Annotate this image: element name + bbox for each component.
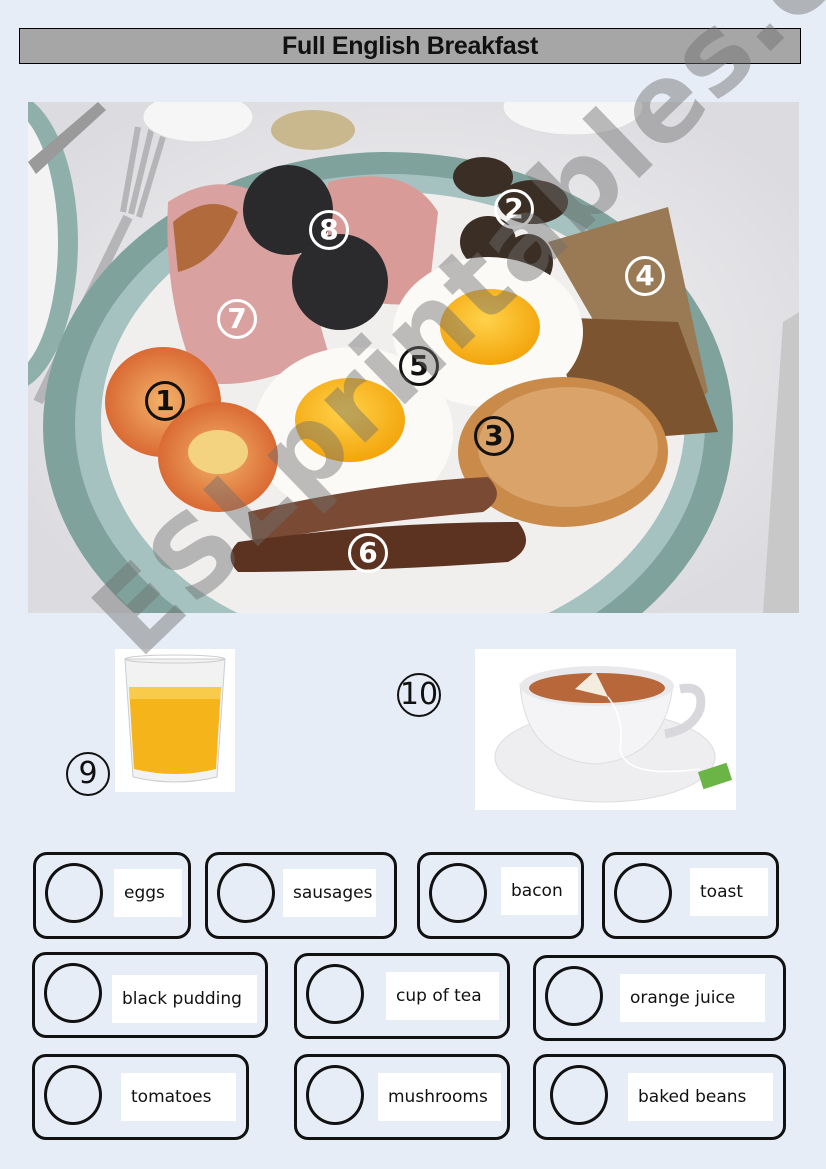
word-card-toast: toast xyxy=(602,852,779,939)
answer-circle[interactable] xyxy=(429,863,487,923)
marker-6: 6 xyxy=(348,533,388,573)
marker-7: 7 xyxy=(217,299,257,339)
answer-circle[interactable] xyxy=(44,963,102,1023)
orange-juice-image xyxy=(115,649,235,792)
word-label: mushrooms xyxy=(378,1073,501,1121)
answer-circle[interactable] xyxy=(306,1065,364,1125)
worksheet-title-bar: Full English Breakfast xyxy=(19,28,801,64)
word-label: eggs xyxy=(114,869,182,917)
answer-circle[interactable] xyxy=(45,863,103,923)
word-card-eggs: eggs xyxy=(33,852,191,939)
marker-9: 9 xyxy=(66,752,110,796)
word-label: orange juice xyxy=(620,974,765,1022)
word-label: black pudding xyxy=(112,975,257,1023)
answer-circle[interactable] xyxy=(306,964,364,1024)
word-label: cup of tea xyxy=(386,972,499,1020)
word-card-black-pudding: black pudding xyxy=(32,952,268,1038)
word-card-bacon: bacon xyxy=(417,852,584,939)
word-card-mushrooms: mushrooms xyxy=(294,1054,510,1140)
word-card-cup-of-tea: cup of tea xyxy=(294,953,510,1039)
word-label: bacon xyxy=(501,867,578,915)
word-card-sausages: sausages xyxy=(205,852,397,939)
answer-circle[interactable] xyxy=(545,966,603,1026)
worksheet-title: Full English Breakfast xyxy=(282,31,538,60)
tea-cup-icon xyxy=(494,666,733,803)
cup-of-tea-image xyxy=(475,649,736,810)
marker-1: 1 xyxy=(145,381,185,421)
answer-circle[interactable] xyxy=(614,863,672,923)
breakfast-photo: 1 2 3 4 5 6 7 8 xyxy=(28,102,799,613)
answer-circle[interactable] xyxy=(44,1065,102,1125)
egg-yolk xyxy=(440,289,540,365)
word-card-tomatoes: tomatoes xyxy=(32,1054,249,1140)
word-card-baked-beans: baked beans xyxy=(533,1054,786,1140)
word-label: toast xyxy=(690,868,768,916)
marker-10: 10 xyxy=(397,673,441,717)
marker-4: 4 xyxy=(625,256,665,296)
word-label: sausages xyxy=(283,869,376,917)
word-label: baked beans xyxy=(628,1073,773,1121)
marker-2: 2 xyxy=(494,189,534,229)
spoon xyxy=(271,110,355,150)
orange-juice-glass-icon xyxy=(124,654,226,783)
marker-5: 5 xyxy=(399,346,439,386)
marker-8: 8 xyxy=(309,210,349,250)
answer-circle[interactable] xyxy=(217,863,275,923)
word-card-orange-juice: orange juice xyxy=(533,955,786,1041)
marker-3: 3 xyxy=(474,416,514,456)
word-label: tomatoes xyxy=(121,1073,236,1121)
answer-circle[interactable] xyxy=(550,1065,608,1125)
